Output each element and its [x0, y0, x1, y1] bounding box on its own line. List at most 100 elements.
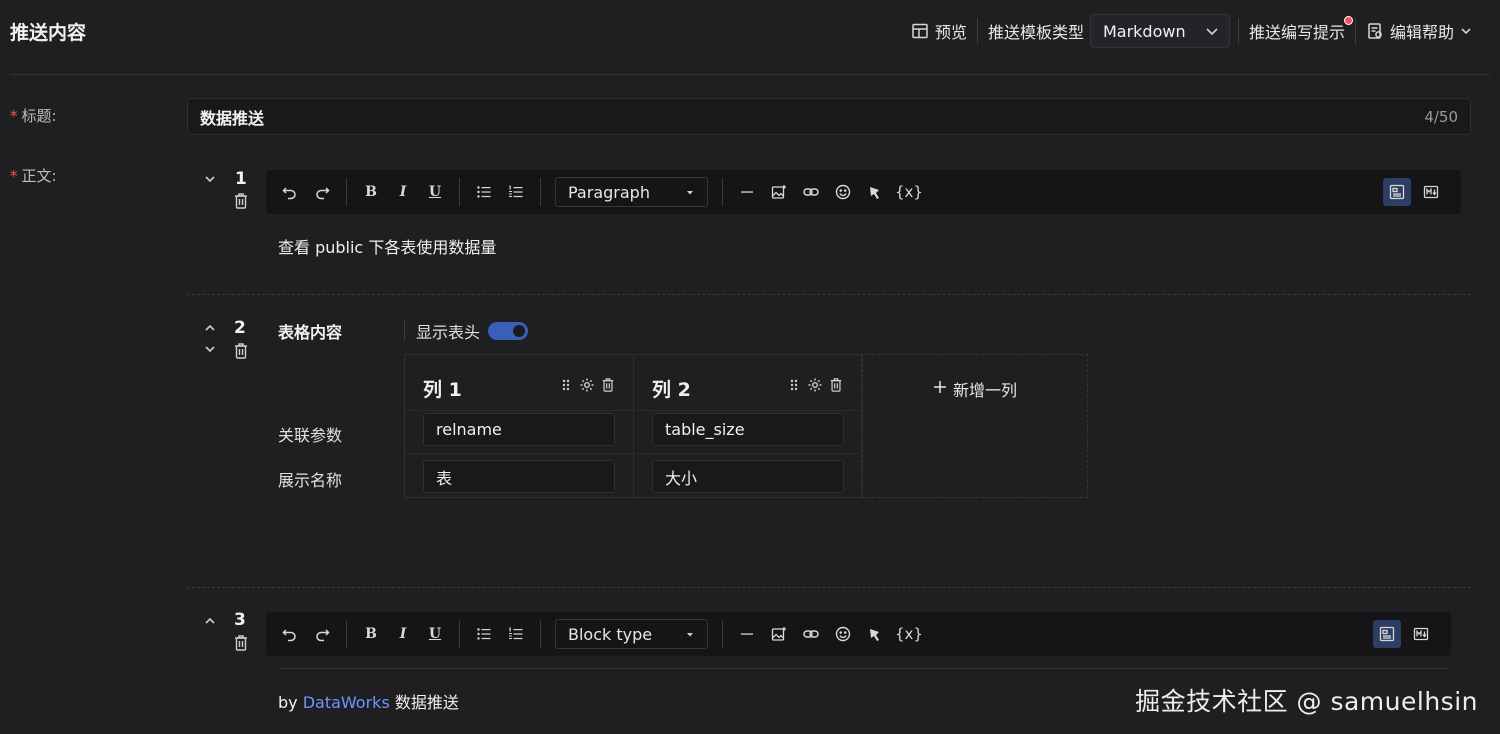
gear-icon[interactable] [807, 377, 823, 393]
title-label: * 标题: [10, 105, 57, 126]
help-doc-icon [1366, 22, 1384, 40]
redo-icon[interactable] [310, 180, 334, 204]
preview-icon [911, 22, 929, 40]
toolbar-separator [459, 620, 460, 648]
table-column: 列 2 table_size 大小 [633, 355, 861, 497]
numbered-list-icon[interactable] [504, 180, 528, 204]
block-number: 3 [234, 610, 246, 630]
block-type-select[interactable]: Block type [555, 619, 708, 649]
toolbar-separator [346, 620, 347, 648]
required-mark: * [10, 166, 18, 185]
gear-icon[interactable] [579, 377, 595, 393]
italic-button[interactable]: I [391, 180, 415, 204]
editor-toolbar: B I U Block type {x} [266, 612, 1451, 656]
column-actions [559, 377, 615, 393]
dataworks-link[interactable]: DataWorks [303, 693, 390, 712]
toolbar-separator [540, 178, 541, 206]
trash-icon[interactable] [829, 377, 843, 393]
notification-dot [1343, 16, 1353, 25]
block-3-text[interactable]: by DataWorks 数据推送 [278, 689, 459, 713]
trash-icon[interactable] [233, 192, 249, 210]
trash-icon[interactable] [233, 634, 249, 652]
header-divider [10, 74, 1490, 75]
emoji-icon[interactable] [831, 622, 855, 646]
image-icon[interactable] [767, 180, 791, 204]
text-suffix: 数据推送 [389, 693, 459, 712]
numbered-list-icon[interactable] [504, 622, 528, 646]
add-column-button[interactable]: 新增一列 [862, 354, 1088, 498]
variable-button[interactable]: {x} [895, 180, 923, 204]
watermark: 掘金技术社区 @ samuelhsin [1135, 687, 1478, 716]
editor-divider [280, 668, 1448, 669]
chevron-up-icon[interactable] [203, 614, 217, 628]
caret-down-icon [685, 629, 695, 639]
trash-icon[interactable] [233, 342, 249, 360]
required-mark: * [10, 106, 18, 125]
table-editor: 列 1 relname 表 列 2 table_size 大小 [404, 354, 862, 498]
emoji-icon[interactable] [831, 180, 855, 204]
link-icon[interactable] [799, 622, 823, 646]
image-icon[interactable] [767, 622, 791, 646]
title-value: 数据推送 [200, 108, 265, 128]
undo-icon[interactable] [278, 180, 302, 204]
trash-icon[interactable] [601, 377, 615, 393]
bullet-list-icon[interactable] [472, 180, 496, 204]
markdown-mode-icon[interactable] [1407, 620, 1435, 648]
italic-button[interactable]: I [391, 622, 415, 646]
bold-button[interactable]: B [359, 180, 383, 204]
help-button[interactable]: 编辑帮助 [1356, 14, 1482, 48]
block-divider [187, 587, 1471, 588]
drag-handle-icon[interactable] [559, 377, 573, 393]
horizontal-rule-icon[interactable] [735, 180, 759, 204]
highlighter-icon[interactable] [863, 180, 887, 204]
tips-button[interactable]: 推送编写提示 [1239, 14, 1355, 48]
column-header: 列 2 [652, 379, 691, 401]
table-block-title: 表格内容 [278, 323, 343, 342]
caret-down-icon [685, 187, 695, 197]
link-icon[interactable] [799, 180, 823, 204]
bullet-list-icon[interactable] [472, 622, 496, 646]
title-char-counter: 4/50 [1424, 107, 1458, 126]
toolbar-separator [722, 178, 723, 206]
block-number: 1 [235, 169, 247, 189]
text-prefix: by [278, 693, 303, 712]
chevron-down-icon[interactable] [203, 172, 217, 186]
horizontal-rule-icon[interactable] [735, 622, 759, 646]
template-type-select[interactable]: Markdown [1089, 14, 1230, 48]
editor-mode-switch [1373, 620, 1435, 648]
column-header: 列 1 [423, 379, 462, 401]
markdown-mode-icon[interactable] [1417, 178, 1445, 206]
template-type-value: Markdown [1102, 21, 1186, 41]
display-name-input[interactable]: 表 [423, 460, 615, 493]
separator [404, 320, 405, 340]
bold-button[interactable]: B [359, 622, 383, 646]
chevron-down-icon[interactable] [203, 342, 217, 356]
body-label: * 正文: [10, 165, 57, 186]
redo-icon[interactable] [310, 622, 334, 646]
block-type-select[interactable]: Paragraph [555, 177, 708, 207]
underline-button[interactable]: U [423, 180, 447, 204]
rich-text-mode-icon[interactable] [1383, 178, 1411, 206]
tips-label: 推送编写提示 [1248, 23, 1345, 42]
plus-icon [933, 377, 947, 497]
editor-mode-switch [1383, 178, 1445, 206]
param-input[interactable]: table_size [652, 413, 844, 446]
show-header-toggle[interactable] [488, 322, 529, 340]
preview-button[interactable]: 预览 [901, 14, 977, 48]
highlighter-icon[interactable] [863, 622, 887, 646]
toolbar-separator [459, 178, 460, 206]
undo-icon[interactable] [278, 622, 302, 646]
toggle-knob [513, 325, 526, 337]
chevron-up-icon[interactable] [203, 321, 217, 335]
variable-button[interactable]: {x} [895, 622, 923, 646]
toolbar-separator [722, 620, 723, 648]
title-input[interactable]: 数据推送 4/50 [187, 98, 1471, 135]
drag-handle-icon[interactable] [787, 377, 801, 393]
underline-button[interactable]: U [423, 622, 447, 646]
rich-text-mode-icon[interactable] [1373, 620, 1401, 648]
param-input[interactable]: relname [423, 413, 615, 446]
block-1-text[interactable]: 查看 public 下各表使用数据量 [278, 234, 496, 258]
display-name-input[interactable]: 大小 [652, 460, 844, 493]
toolbar-separator [346, 178, 347, 206]
column-actions [787, 377, 843, 393]
